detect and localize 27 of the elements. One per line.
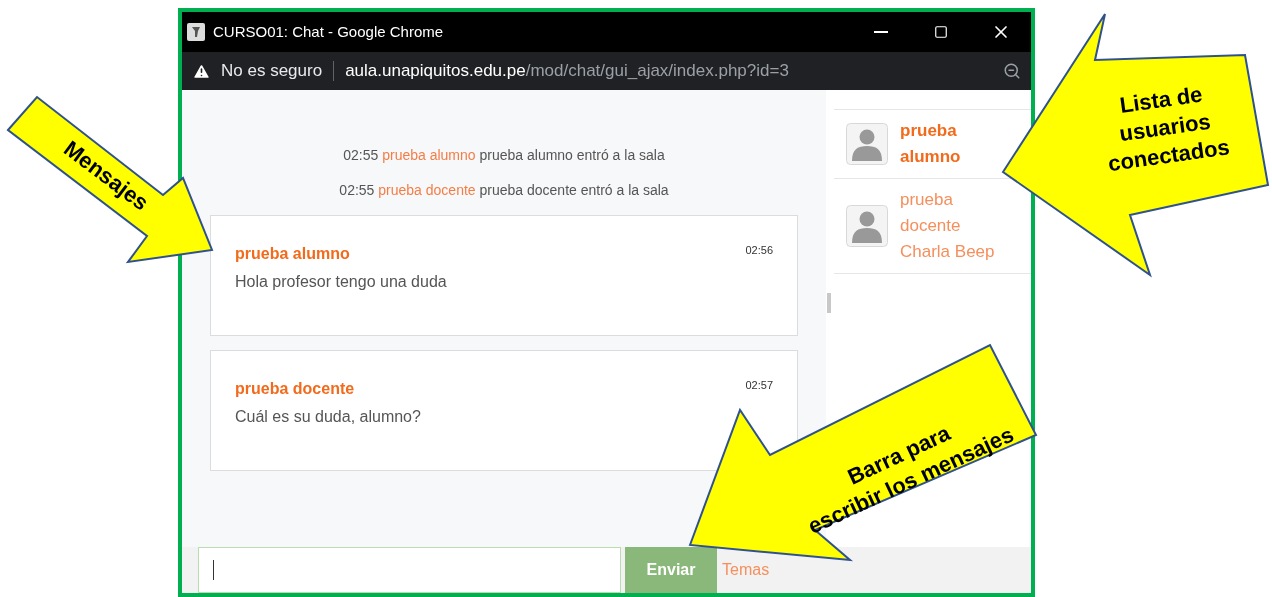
system-message: 02:55 prueba docente prueba docente entró a la sala — [338, 181, 670, 200]
topics-link[interactable]: Temas — [722, 558, 770, 582]
message-author: prueba docente — [235, 379, 355, 399]
user-name: prueba alumno — [900, 120, 962, 168]
beep-link[interactable]: Charla Beep — [900, 239, 996, 265]
avatar-icon — [846, 123, 888, 165]
message-time: 02:57 — [745, 378, 773, 393]
minimize-icon — [874, 31, 888, 33]
callout-label: Lista de usuarios conectados — [1105, 80, 1232, 179]
system-message: 02:55 prueba alumno prueba alumno entró a la sala — [342, 146, 666, 165]
message-input[interactable] — [198, 547, 621, 593]
security-label[interactable]: No es seguro — [221, 58, 323, 84]
message-text: Hola profesor tengo una duda — [235, 272, 448, 292]
user-item[interactable]: prueba alumno — [834, 110, 996, 178]
avatar-icon — [846, 205, 888, 247]
url-text[interactable]: aula.unapiquitos.edu.pe/mod/chat/gui_ajax/index.php?id=3 — [345, 58, 789, 84]
app-icon — [186, 22, 206, 42]
zoom-icon[interactable] — [1003, 62, 1021, 80]
window-title: CURSO01: Chat - Google Chrome — [213, 21, 444, 42]
maximize-icon — [934, 25, 948, 39]
user-item[interactable]: prueba docente Charla Beep — [834, 179, 996, 273]
message-text: Cuál es su duda, alumno? — [235, 407, 422, 427]
scrollbar-thumb[interactable] — [827, 293, 831, 313]
message-time: 02:56 — [745, 243, 773, 258]
send-button[interactable]: Enviar — [625, 547, 717, 593]
message-author: prueba alumno — [235, 244, 350, 264]
user-name: prueba docente — [900, 189, 962, 237]
